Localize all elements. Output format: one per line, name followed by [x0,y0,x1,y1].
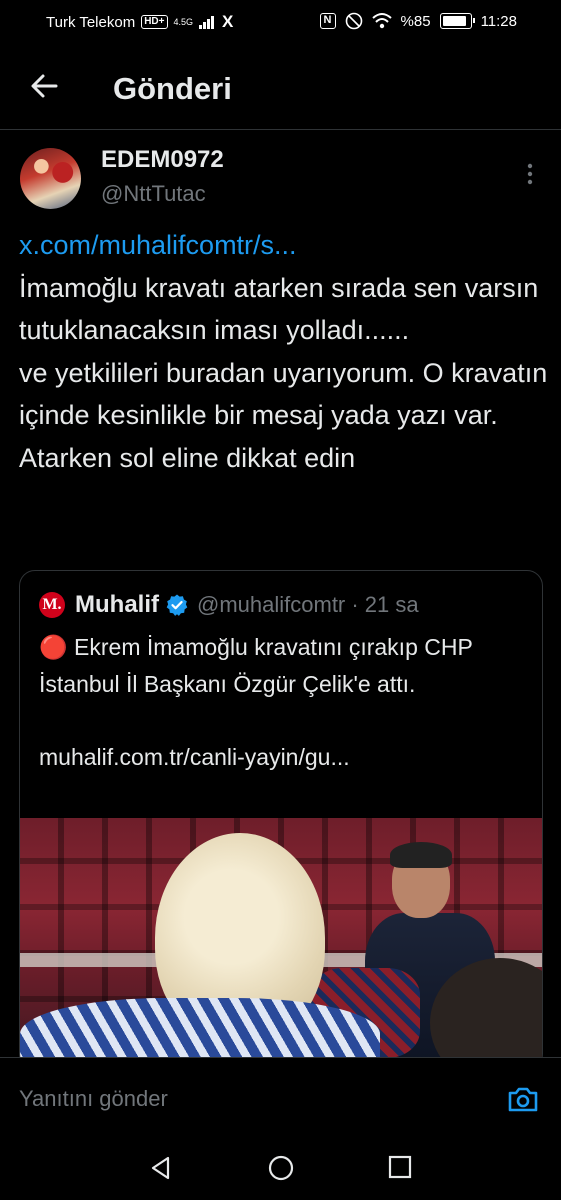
battery-icon [439,13,475,29]
x-app-icon: X [222,12,234,31]
verified-badge-icon [166,594,188,616]
reply-bar: Yanıtını gönder [0,1057,561,1143]
author-display-name[interactable]: EDEM0972 [101,146,224,174]
tweet-text: İmamoğlu kravatı atarken sırada sen vars… [19,272,548,473]
vibrate-icon [345,12,362,30]
nav-home-icon[interactable] [268,1155,294,1181]
quoted-tweet-header: M. Muhalif @muhalifcomtr · 21 sa [39,591,419,619]
quoted-tweet[interactable]: M. Muhalif @muhalifcomtr · 21 sa 🔴 Ekrem… [19,570,543,1070]
signal-icon [199,15,215,29]
hd-indicator: HD+ [141,15,168,29]
author-handle[interactable]: @NttTutac [101,181,206,207]
battery-percent: %85 [400,12,431,30]
network-type: 4.5G [173,16,194,27]
tweet-body: x.com/muhalifcomtr/s... İmamoğlu kravatı … [19,224,549,479]
page-title: Gönderi [113,71,232,106]
status-carrier-group: Turk Telekom HD+ 4.5G X [46,12,233,32]
quoted-video-thumbnail[interactable] [20,818,542,1069]
status-right-group: N %85 11:28 [319,12,517,30]
nav-recents-icon[interactable] [388,1155,412,1179]
app-header: Gönderi [0,44,561,130]
system-nav-bar [0,1143,561,1200]
quoted-handle-time: @muhalifcomtr · 21 sa [197,592,419,617]
quoted-avatar: M. [39,592,65,618]
quoted-display-name: Muhalif [75,591,159,618]
tweet-link[interactable]: x.com/muhalifcomtr/s... [19,224,549,267]
wifi-icon [371,13,392,29]
carrier-name: Turk Telekom [46,13,136,31]
clock: 11:28 [480,12,517,30]
nfc-icon: N [319,13,336,29]
arrow-left-icon[interactable] [26,68,62,104]
more-options-icon[interactable] [520,160,540,188]
camera-icon[interactable] [506,1082,540,1116]
avatar[interactable] [20,148,81,209]
quoted-text: 🔴 Ekrem İmamoğlu kravatını çırakıp CHP İ… [39,634,473,770]
reply-input[interactable]: Yanıtını gönder [19,1086,168,1112]
nav-back-icon[interactable] [148,1155,174,1181]
status-bar: Turk Telekom HD+ 4.5G X N %85 11:28 [0,0,561,44]
